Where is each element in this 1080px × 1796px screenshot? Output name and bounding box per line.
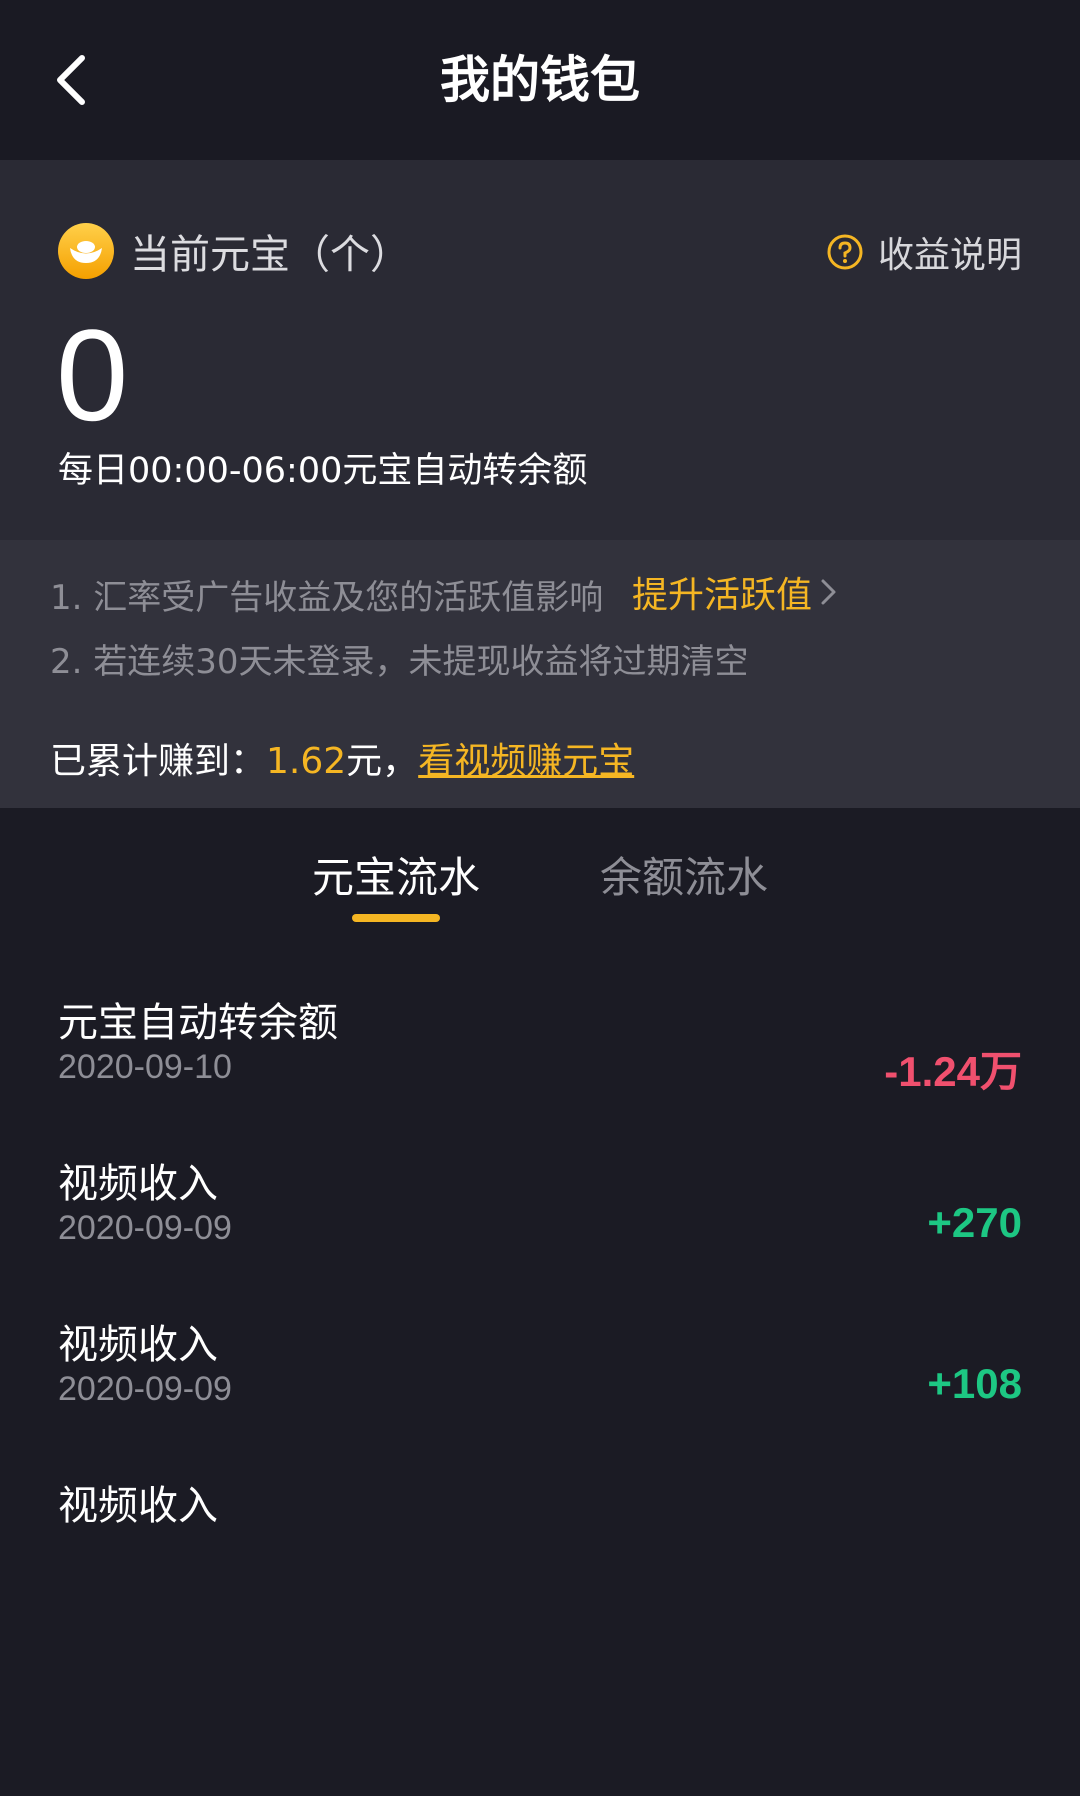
transaction-row[interactable]: 视频收入: [0, 1421, 1080, 1582]
balance-value: 0: [56, 302, 129, 448]
earnings-help-link[interactable]: 收益说明: [826, 226, 1022, 278]
watch-video-link[interactable]: 看视频赚元宝: [418, 741, 634, 782]
transaction-date: 2020-09-09: [58, 1209, 232, 1247]
transaction-row[interactable]: 元宝自动转余额 2020-09-10 -1.24万: [0, 938, 1080, 1099]
top-bar: 我的钱包: [0, 0, 1080, 160]
gold-ingot-icon: [58, 223, 114, 279]
chevron-right-icon: [821, 579, 836, 605]
transaction-list: 元宝自动转余额 2020-09-10 -1.24万 视频收入 2020-09-0…: [0, 938, 1080, 1582]
notice-line-1: 1. 汇率受广告收益及您的活跃值影响: [50, 578, 604, 618]
transaction-title: 视频收入: [58, 1161, 218, 1207]
balance-header: 当前元宝（个）: [58, 222, 410, 280]
chevron-left-icon: [57, 55, 85, 105]
notice-box: 1. 汇率受广告收益及您的活跃值影响 提升活跃值 2. 若连续30天未登录，未提…: [0, 540, 1080, 808]
boost-label: 提升活跃值: [632, 575, 813, 616]
earned-suffix: 元，: [346, 741, 419, 782]
transaction-date: 2020-09-09: [58, 1370, 232, 1408]
transaction-title: 元宝自动转余额: [58, 1000, 338, 1046]
tab-coin-history[interactable]: 元宝流水: [312, 844, 480, 905]
transaction-title: 视频收入: [58, 1483, 218, 1529]
question-circle-icon: [827, 234, 863, 270]
transaction-amount: +108: [927, 1360, 1022, 1407]
balance-card: 当前元宝（个） 收益说明 0 每日00:00-06:00元宝自动转余额: [0, 160, 1080, 540]
earned-summary: 已累计赚到：1.62元，看视频赚元宝: [50, 732, 634, 784]
transaction-row[interactable]: 视频收入 2020-09-09 +270: [0, 1099, 1080, 1260]
back-button[interactable]: [30, 40, 110, 120]
transaction-amount: -1.24万: [884, 1048, 1022, 1095]
notice-line-2: 2. 若连续30天未登录，未提现收益将过期清空: [50, 642, 749, 682]
transaction-title: 视频收入: [58, 1322, 218, 1368]
transaction-amount: +270: [927, 1199, 1022, 1246]
tab-bar: 元宝流水 余额流水: [0, 808, 1080, 938]
help-label: 收益说明: [877, 235, 1022, 276]
boost-activity-link[interactable]: 提升活跃值: [632, 566, 840, 618]
transaction-date: 2020-09-10: [58, 1048, 232, 1086]
balance-label: 当前元宝（个）: [130, 232, 410, 278]
page-title: 我的钱包: [440, 51, 640, 109]
transaction-row[interactable]: 视频收入 2020-09-09 +108: [0, 1260, 1080, 1421]
auto-transfer-note: 每日00:00-06:00元宝自动转余额: [58, 451, 588, 491]
tab-balance-history[interactable]: 余额流水: [600, 844, 768, 905]
earned-amount: 1.62: [266, 741, 347, 782]
wallet-page: 我的钱包 当前元宝（个） 收益说明 0 每日00:00-06:00元宝自动转余额…: [0, 0, 1080, 1796]
earned-prefix: 已累计赚到：: [50, 741, 267, 782]
active-tab-indicator: [352, 914, 440, 922]
